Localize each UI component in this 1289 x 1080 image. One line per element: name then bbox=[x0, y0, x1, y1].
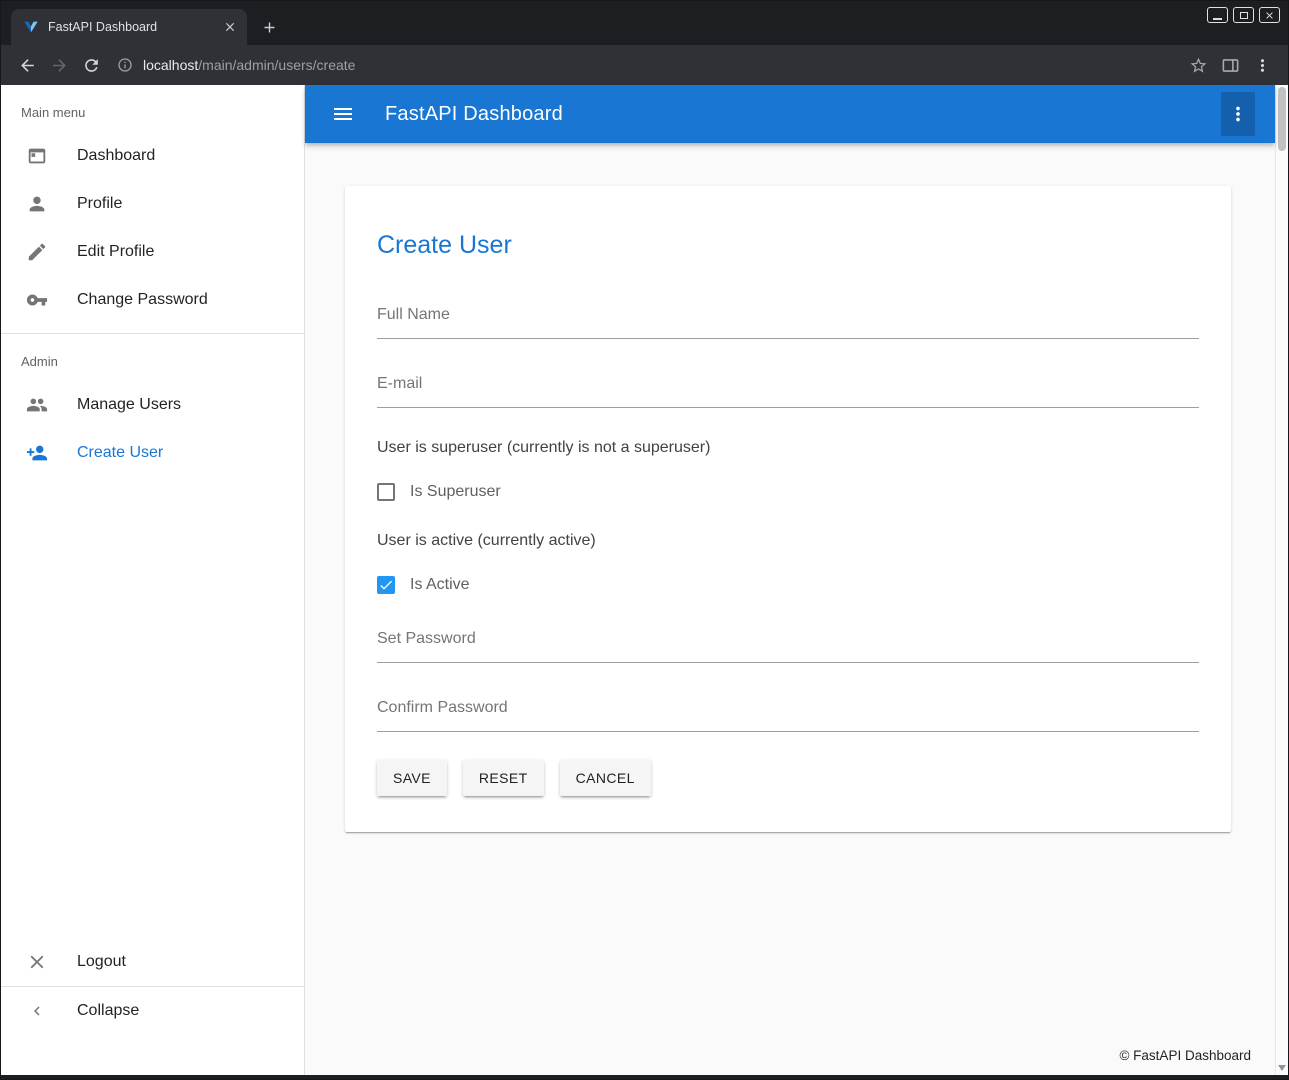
reload-button[interactable] bbox=[75, 49, 107, 81]
sidebar-item-dashboard[interactable]: Dashboard bbox=[1, 132, 304, 180]
create-user-card: Create User User is superuser (currently… bbox=[345, 186, 1231, 832]
checkbox-checked-icon[interactable] bbox=[377, 576, 395, 594]
sidebar-item-label: Dashboard bbox=[77, 147, 155, 165]
window-minimize-button[interactable] bbox=[1207, 7, 1228, 23]
vuetify-favicon-icon bbox=[23, 19, 39, 35]
set-password-field-wrap bbox=[377, 618, 1199, 663]
full-name-field-wrap bbox=[377, 294, 1199, 339]
tab-close-icon[interactable] bbox=[221, 18, 239, 36]
address-bar[interactable]: localhost/main/admin/users/create bbox=[107, 57, 1182, 73]
group-icon bbox=[25, 393, 49, 417]
kebab-menu-icon bbox=[1253, 56, 1272, 75]
tab-title: FastAPI Dashboard bbox=[48, 20, 212, 34]
sidebar-item-manage-users[interactable]: Manage Users bbox=[1, 381, 304, 429]
sidebar-item-label: Create User bbox=[77, 444, 163, 462]
person-icon bbox=[25, 192, 49, 216]
hamburger-menu-button[interactable] bbox=[331, 102, 355, 126]
browser-window: FastAPI Dashboard localhost/m bbox=[0, 0, 1289, 1080]
superuser-hint: User is superuser (currently is not a su… bbox=[377, 438, 1199, 457]
star-icon bbox=[1189, 56, 1208, 75]
active-hint: User is active (currently active) bbox=[377, 531, 1199, 550]
is-active-checkbox-row[interactable]: Is Active bbox=[377, 576, 1199, 594]
close-x-icon bbox=[25, 950, 49, 974]
sidebar-item-edit-profile[interactable]: Edit Profile bbox=[1, 228, 304, 276]
window-controls bbox=[1207, 7, 1280, 23]
confirm-password-field-wrap bbox=[377, 687, 1199, 732]
browser-tab[interactable]: FastAPI Dashboard bbox=[11, 9, 247, 45]
sidebar-caption-main-menu: Main menu bbox=[1, 85, 304, 132]
page-title: Create User bbox=[377, 230, 1199, 260]
key-icon bbox=[25, 288, 49, 312]
sidebar-item-label: Change Password bbox=[77, 291, 208, 309]
scrollbar-thumb[interactable] bbox=[1278, 87, 1286, 151]
sidebar-item-profile[interactable]: Profile bbox=[1, 180, 304, 228]
browser-menu-button[interactable] bbox=[1246, 49, 1278, 81]
dashboard-icon bbox=[25, 144, 49, 168]
page-footer: © FastAPI Dashboard bbox=[305, 1035, 1275, 1075]
sidebar-item-label: Logout bbox=[77, 953, 126, 971]
maximize-icon bbox=[1240, 12, 1248, 19]
checkbox-label: Is Active bbox=[410, 576, 470, 594]
window-maximize-button[interactable] bbox=[1233, 7, 1254, 23]
sidebar-item-label: Manage Users bbox=[77, 396, 181, 414]
url-path: /main/admin/users/create bbox=[198, 57, 355, 73]
checkbox-unchecked-icon[interactable] bbox=[377, 483, 395, 501]
sidebar-item-label: Edit Profile bbox=[77, 243, 154, 261]
sidebar-caption-admin: Admin bbox=[1, 334, 304, 381]
set-password-input[interactable] bbox=[377, 618, 1199, 663]
sidebar-item-change-password[interactable]: Change Password bbox=[1, 276, 304, 324]
kebab-menu-icon bbox=[1227, 103, 1249, 125]
window-frame-bottom bbox=[1, 1075, 1288, 1079]
forward-button[interactable] bbox=[43, 49, 75, 81]
main-area: FastAPI Dashboard Create User User is su… bbox=[305, 85, 1275, 1075]
hamburger-icon bbox=[331, 102, 355, 126]
sidebar-item-collapse[interactable]: Collapse bbox=[1, 987, 304, 1035]
window-close-button[interactable] bbox=[1259, 7, 1280, 23]
chevron-left-icon bbox=[25, 999, 49, 1023]
url-text: localhost/main/admin/users/create bbox=[143, 57, 355, 73]
scrollbar-down-arrow[interactable] bbox=[1278, 1065, 1286, 1071]
reset-button[interactable]: RESET bbox=[463, 760, 544, 796]
vertical-scrollbar[interactable] bbox=[1275, 85, 1288, 1075]
appbar-overflow-button[interactable] bbox=[1221, 92, 1255, 136]
email-field-wrap bbox=[377, 363, 1199, 408]
save-button[interactable]: SAVE bbox=[377, 760, 447, 796]
is-superuser-checkbox-row[interactable]: Is Superuser bbox=[377, 483, 1199, 501]
cancel-button[interactable]: CANCEL bbox=[560, 760, 651, 796]
copyright-text: © FastAPI Dashboard bbox=[1119, 1048, 1251, 1063]
close-icon bbox=[1264, 10, 1275, 21]
sidebar-item-create-user[interactable]: Create User bbox=[1, 429, 304, 477]
checkbox-label: Is Superuser bbox=[410, 483, 501, 501]
back-button[interactable] bbox=[11, 49, 43, 81]
person-add-icon bbox=[25, 441, 49, 465]
site-info-icon[interactable] bbox=[117, 57, 133, 73]
bookmark-star-button[interactable] bbox=[1182, 49, 1214, 81]
sidebar: Main menu Dashboard Profile Edit Profile bbox=[1, 85, 305, 1075]
reload-icon bbox=[82, 56, 101, 75]
pencil-icon bbox=[25, 240, 49, 264]
side-panel-button[interactable] bbox=[1214, 49, 1246, 81]
browser-titlebar: FastAPI Dashboard bbox=[1, 1, 1288, 45]
back-arrow-icon bbox=[18, 56, 37, 75]
minimize-icon bbox=[1213, 18, 1222, 20]
sidebar-item-label: Collapse bbox=[77, 1002, 139, 1020]
sidebar-spacer bbox=[1, 477, 304, 938]
browser-toolbar: localhost/main/admin/users/create bbox=[1, 45, 1288, 85]
sidebar-item-label: Profile bbox=[77, 195, 122, 213]
confirm-password-input[interactable] bbox=[377, 687, 1199, 732]
page: Main menu Dashboard Profile Edit Profile bbox=[1, 85, 1288, 1075]
app-title: FastAPI Dashboard bbox=[385, 103, 563, 126]
full-name-input[interactable] bbox=[377, 294, 1199, 339]
forward-arrow-icon bbox=[50, 56, 69, 75]
sidebar-item-logout[interactable]: Logout bbox=[1, 938, 304, 986]
form-buttons: SAVE RESET CANCEL bbox=[377, 760, 1199, 796]
app-bar: FastAPI Dashboard bbox=[305, 85, 1275, 143]
side-panel-icon bbox=[1221, 56, 1240, 75]
email-input[interactable] bbox=[377, 363, 1199, 408]
new-tab-button[interactable] bbox=[255, 13, 283, 41]
content-area: Create User User is superuser (currently… bbox=[305, 143, 1275, 1035]
url-host: localhost bbox=[143, 57, 198, 73]
